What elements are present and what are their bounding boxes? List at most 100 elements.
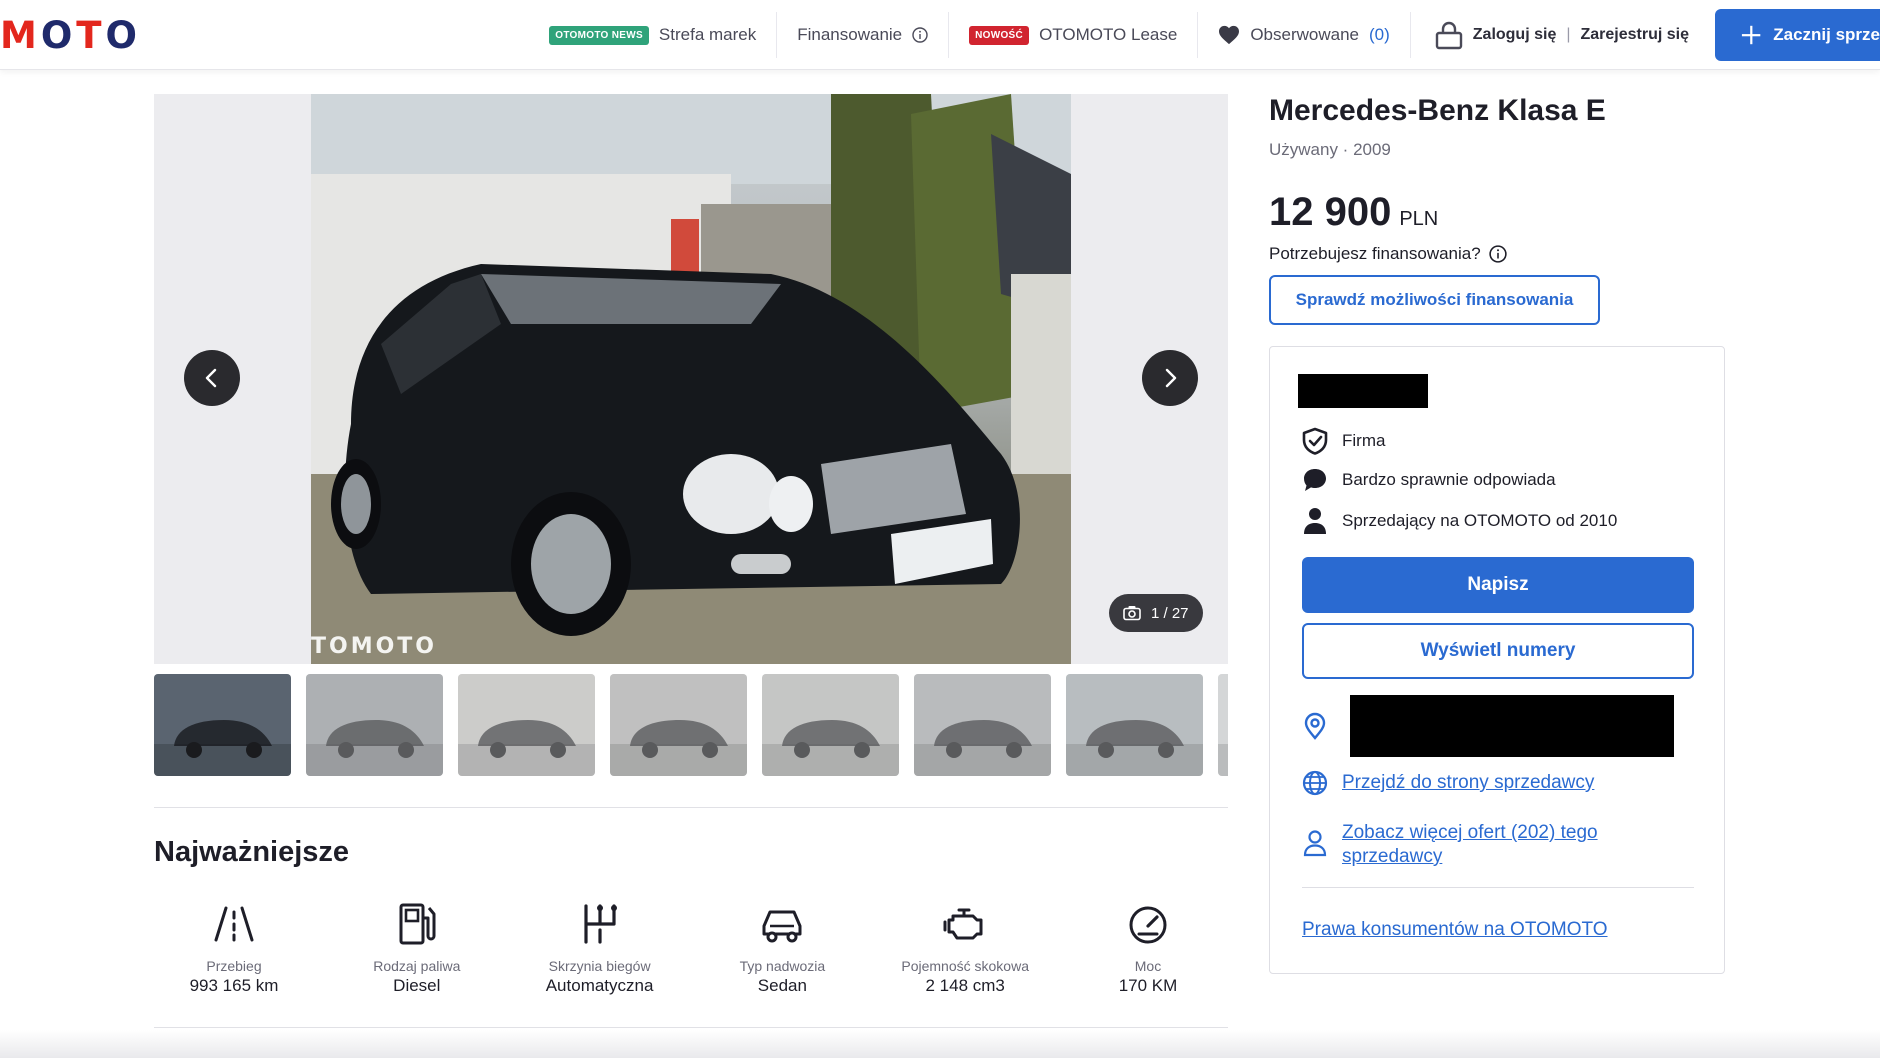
- financing-question: Potrzebujesz finansowania?: [1269, 244, 1507, 264]
- nav-lease[interactable]: NOWOŚĆ OTOMOTO Lease: [949, 12, 1199, 58]
- nav-watched-label: Obserwowane: [1250, 25, 1359, 44]
- seller-response: Bardzo sprawnie odpowiada: [1342, 470, 1556, 489]
- spec-power: Moc 170 KM: [1068, 900, 1228, 996]
- bottom-fade: [0, 1030, 1880, 1058]
- engine-icon: [943, 908, 983, 940]
- chat-bubble-icon: [1304, 469, 1326, 491]
- seller-card: Firma Bardzo sprawnie odpowiada Sprzedaj…: [1269, 346, 1725, 974]
- photo-watermark: TOMOTO: [311, 634, 438, 659]
- seller-type-row: Firma: [1302, 427, 1385, 455]
- login-area: Zaloguj się | Zarejestruj się: [1411, 20, 1713, 50]
- more-offers-link-line2: sprzedawcy: [1342, 846, 1443, 867]
- chevron-left-icon: [205, 368, 217, 388]
- speedometer-icon: [1129, 906, 1167, 944]
- car-photo[interactable]: TOMOTO: [311, 94, 1071, 664]
- spec-engine-capacity: Pojemność skokowa 2 148 cm3: [885, 900, 1045, 996]
- spec-label: Pojemność skokowa: [901, 958, 1029, 974]
- car-photo-illustration: [311, 94, 1071, 664]
- top-nav: OTOMOTO NEWS Strefa marek Finansowanie N…: [529, 0, 1880, 70]
- login-link[interactable]: Zaloguj się: [1473, 26, 1557, 44]
- thumbnail-image: [458, 674, 595, 776]
- nav-financing-label: Finansowanie: [797, 25, 903, 44]
- consumer-rights-link[interactable]: Prawa konsumentów na OTOMOTO: [1302, 919, 1608, 941]
- thumbnail-image: [1218, 674, 1228, 776]
- thumbnail-image: [306, 674, 443, 776]
- spec-value: 993 165 km: [189, 976, 279, 995]
- seller-type: Firma: [1342, 431, 1386, 450]
- start-selling-label: Zacznij sprze: [1773, 25, 1880, 44]
- price-value: 12 900: [1269, 190, 1392, 234]
- highlights-title: Najważniejsze: [154, 836, 350, 868]
- thumbnail-image: [914, 674, 1051, 776]
- spec-body-type: Typ nadwozia Sedan: [702, 900, 862, 996]
- spec-fuel: Rodzaj paliwa Diesel: [337, 900, 497, 996]
- otomoto-logo[interactable]: MOTO: [0, 14, 141, 57]
- gallery-thumbnail[interactable]: [306, 674, 443, 776]
- user-outline-icon: [1303, 830, 1327, 857]
- camera-icon: [1123, 606, 1141, 621]
- heart-icon: [1219, 25, 1240, 45]
- gallery-thumbnail[interactable]: [154, 674, 291, 776]
- gallery-thumbnail[interactable]: [914, 674, 1051, 776]
- redacted-location: [1350, 695, 1674, 757]
- spec-gearbox: Skrzynia biegów Automatyczna: [520, 900, 680, 996]
- more-offers-link[interactable]: Zobacz więcej ofert (202) tego sprzedawc…: [1342, 821, 1598, 869]
- gearbox-icon: [583, 904, 617, 944]
- spec-mileage: Przebieg 993 165 km: [154, 900, 314, 996]
- top-header: MOTO OTOMOTO NEWS Strefa marek Finansowa…: [0, 0, 1880, 70]
- consumer-rights-row: Prawa konsumentów na OTOMOTO: [1302, 919, 1608, 941]
- redacted-seller-name: [1298, 374, 1428, 408]
- person-icon: [1304, 508, 1326, 534]
- thumbnail-image: [762, 674, 899, 776]
- spec-value: Automatyczna: [545, 976, 654, 995]
- login-separator: |: [1566, 26, 1571, 43]
- spec-value: 170 KM: [1118, 976, 1178, 995]
- start-selling-button[interactable]: Zacznij sprze: [1715, 9, 1880, 61]
- financing-question-text: Potrzebujesz finansowania?: [1269, 244, 1481, 263]
- seller-since: Sprzedający na OTOMOTO od 2010: [1342, 511, 1618, 530]
- nav-brand-zone-label: Strefa marek: [658, 25, 757, 44]
- thumbnail-image: [154, 674, 291, 776]
- gallery-thumbnail[interactable]: [1066, 674, 1203, 776]
- photo-counter-text: 1 / 27: [1151, 604, 1189, 622]
- spec-value: 2 148 cm3: [925, 976, 1005, 995]
- spec-value: Sedan: [757, 976, 807, 995]
- show-phone-button[interactable]: Wyświetl numery: [1302, 623, 1694, 679]
- seller-response-row: Bardzo sprawnie odpowiada: [1302, 467, 1556, 493]
- listing-subtitle: Używany · 2009: [1269, 140, 1391, 159]
- nav-brand-zone[interactable]: OTOMOTO NEWS Strefa marek: [529, 12, 778, 58]
- gallery-thumbnail[interactable]: [610, 674, 747, 776]
- seller-website-link[interactable]: Przejdź do strony sprzedawcy: [1342, 772, 1594, 794]
- info-icon: [912, 27, 928, 43]
- section-divider-bottom: [154, 1027, 1228, 1028]
- section-divider: [154, 807, 1228, 808]
- gallery-thumbnail[interactable]: [458, 674, 595, 776]
- check-financing-button[interactable]: Sprawdź możliwości finansowania: [1269, 275, 1600, 325]
- spec-label: Skrzynia biegów: [548, 958, 651, 974]
- photo-counter: 1 / 27: [1109, 594, 1203, 632]
- user-lock-icon: [1435, 21, 1462, 50]
- write-message-button[interactable]: Napisz: [1302, 557, 1694, 613]
- gallery-prev-button[interactable]: [184, 350, 240, 406]
- seller-location-row: [1302, 695, 1674, 757]
- seller-website-row: Przejdź do strony sprzedawcy: [1302, 770, 1594, 796]
- spec-label: Moc: [1134, 958, 1162, 974]
- spec-value: Diesel: [393, 976, 441, 995]
- gallery-thumbnail[interactable]: [762, 674, 899, 776]
- listing-title: Mercedes-Benz Klasa E: [1269, 94, 1606, 127]
- plus-icon: [1741, 25, 1761, 45]
- spec-label: Rodzaj paliwa: [373, 958, 461, 974]
- info-icon[interactable]: [1489, 245, 1507, 263]
- gallery-next-button[interactable]: [1142, 350, 1198, 406]
- spec-label: Typ nadwozia: [739, 958, 826, 974]
- seller-more-offers-row: Zobacz więcej ofert (202) tego sprzedawc…: [1302, 821, 1598, 869]
- price-currency: PLN: [1399, 208, 1439, 230]
- gallery-thumbnail[interactable]: [1218, 674, 1228, 776]
- nav-lease-label: OTOMOTO Lease: [1039, 25, 1178, 44]
- nav-watched[interactable]: Obserwowane (0): [1198, 12, 1411, 58]
- register-link[interactable]: Zarejestruj się: [1581, 26, 1690, 44]
- thumbnail-image: [610, 674, 747, 776]
- more-offers-link-line1: Zobacz więcej ofert (202) tego: [1342, 822, 1598, 843]
- main-gallery: TOMOTO 1 / 27: [154, 94, 1228, 664]
- nav-financing[interactable]: Finansowanie: [777, 12, 950, 58]
